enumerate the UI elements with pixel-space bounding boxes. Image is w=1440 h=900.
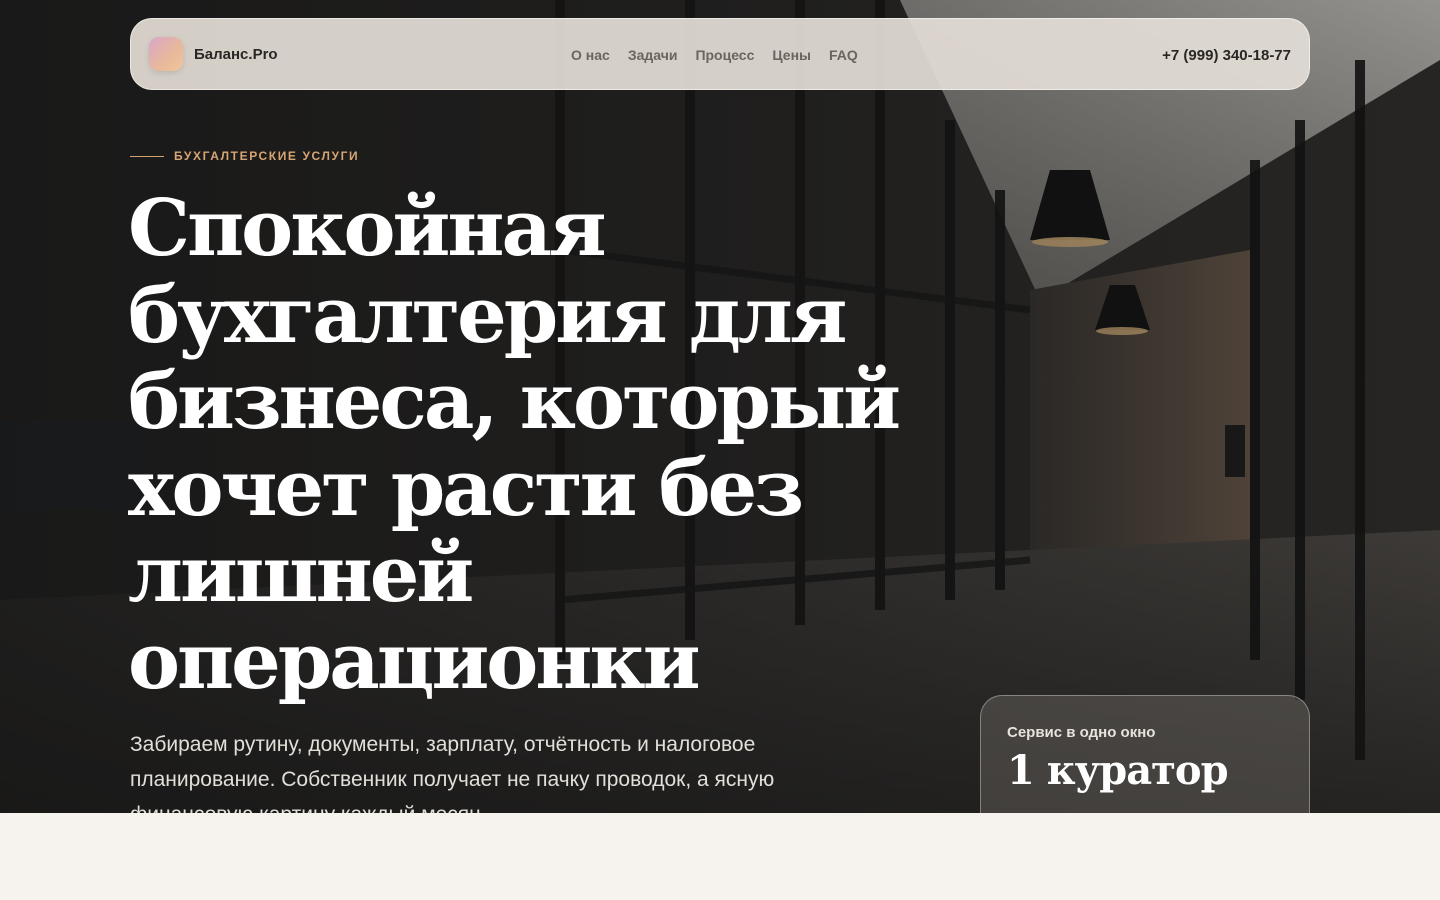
headline-line: операционки <box>128 615 701 707</box>
headline-line: Спокойная <box>128 183 607 274</box>
nav-link-prices[interactable]: Цены <box>772 47 811 63</box>
hero-headline: Спокойная бухгалтерия для бизнеса, котор… <box>128 183 908 707</box>
eyebrow-text: БУХГАЛТЕРСКИЕ УСЛУГИ <box>174 149 360 163</box>
nav-link-process[interactable]: Процесс <box>695 47 754 63</box>
nav-links: О нас Задачи Процесс Цены FAQ <box>571 19 858 91</box>
brand-name[interactable]: Баланс.Pro <box>194 46 278 63</box>
stat-card-label: Сервис в одно окно <box>1007 724 1156 741</box>
lead-line: планирование. Собственник получает не па… <box>130 768 775 791</box>
nav-link-faq[interactable]: FAQ <box>829 47 858 63</box>
hero-section: БУХГАЛТЕРСКИЕ УСЛУГИ Спокойная бухгалтер… <box>0 0 1440 813</box>
eyebrow-line <box>130 155 164 157</box>
headline-line: бухгалтерия для <box>128 269 848 361</box>
eyebrow: БУХГАЛТЕРСКИЕ УСЛУГИ <box>130 149 359 163</box>
nav-link-about[interactable]: О нас <box>571 47 610 63</box>
nav-link-tasks[interactable]: Задачи <box>628 47 678 63</box>
stat-card: Сервис в одно окно 1 куратор <box>980 695 1310 813</box>
headline-line: лишней <box>128 529 474 620</box>
hero-lead: Забираем рутину, документы, зарплату, от… <box>130 727 850 813</box>
page-background-section <box>0 813 1440 900</box>
lead-line: финансовую картину каждый месяц. <box>130 797 850 813</box>
headline-line: хочет расти без <box>128 442 804 534</box>
headline-line: бизнеса, который <box>128 356 901 447</box>
logo-icon[interactable] <box>149 37 183 71</box>
phone-link[interactable]: +7 (999) 340-18-77 <box>1162 19 1291 91</box>
stat-card-value: 1 куратор <box>1007 747 1229 794</box>
top-navbar: Баланс.Pro О нас Задачи Процесс Цены FAQ… <box>130 18 1310 90</box>
lead-line: Забираем рутину, документы, зарплату, от… <box>130 733 756 756</box>
